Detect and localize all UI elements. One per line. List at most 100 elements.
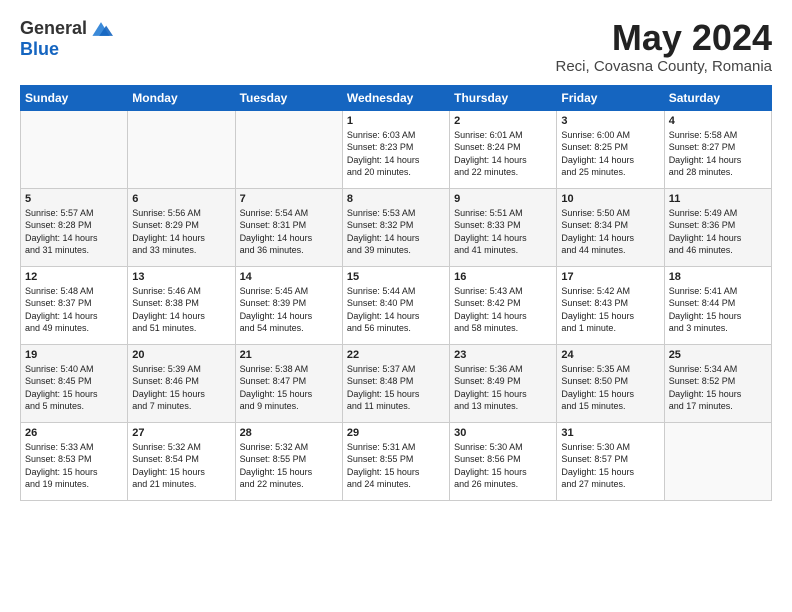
logo-general: General	[20, 18, 87, 39]
day-header-sunday: Sunday	[21, 85, 128, 110]
day-number: 30	[454, 427, 552, 439]
day-header-saturday: Saturday	[664, 85, 771, 110]
day-info: Sunrise: 5:39 AM Sunset: 8:46 PM Dayligh…	[132, 363, 230, 413]
day-cell: 20Sunrise: 5:39 AM Sunset: 8:46 PM Dayli…	[128, 344, 235, 422]
header-row: SundayMondayTuesdayWednesdayThursdayFrid…	[21, 85, 772, 110]
logo-blue: Blue	[20, 39, 59, 59]
week-row-5: 26 Sunrise: 5:33 AM Sunset: 8:53 PM Dayli…	[21, 422, 772, 500]
day-number: 14	[240, 271, 338, 283]
day-info: Sunrise: 5:46 AM Sunset: 8:38 PM Dayligh…	[132, 285, 230, 335]
day-number: 15	[347, 271, 445, 283]
day-cell	[128, 110, 235, 188]
day-number: 28	[240, 427, 338, 439]
day-number: 16	[454, 271, 552, 283]
day-cell: 9 Sunrise: 5:51 AM Sunset: 8:33 PM Daylig…	[450, 188, 557, 266]
day-number: 11	[669, 193, 767, 205]
day-number: 25	[669, 349, 767, 361]
day-cell: 1Sunrise: 6:03 AM Sunset: 8:23 PM Daylig…	[342, 110, 449, 188]
day-cell: 4 Sunrise: 5:58 AM Sunset: 8:27 PM Daylig…	[664, 110, 771, 188]
day-cell: 31Sunrise: 5:30 AM Sunset: 8:57 PM Dayli…	[557, 422, 664, 500]
day-header-thursday: Thursday	[450, 85, 557, 110]
day-info: Sunrise: 5:54 AM Sunset: 8:31 PM Dayligh…	[240, 207, 338, 257]
day-number: 2	[454, 115, 552, 127]
day-number: 6	[132, 193, 230, 205]
day-header-tuesday: Tuesday	[235, 85, 342, 110]
day-number: 9	[454, 193, 552, 205]
day-cell	[235, 110, 342, 188]
day-cell: 5 Sunrise: 5:57 AM Sunset: 8:28 PM Daylig…	[21, 188, 128, 266]
day-cell: 30Sunrise: 5:30 AM Sunset: 8:56 PM Dayli…	[450, 422, 557, 500]
day-number: 21	[240, 349, 338, 361]
title-block: May 2024 Reci, Covasna County, Romania	[556, 18, 773, 75]
week-row-2: 5 Sunrise: 5:57 AM Sunset: 8:28 PM Daylig…	[21, 188, 772, 266]
day-cell: 2Sunrise: 6:01 AM Sunset: 8:24 PM Daylig…	[450, 110, 557, 188]
day-number: 19	[25, 349, 123, 361]
day-number: 31	[561, 427, 659, 439]
day-info: Sunrise: 5:31 AM Sunset: 8:55 PM Dayligh…	[347, 441, 445, 491]
day-info: Sunrise: 5:44 AM Sunset: 8:40 PM Dayligh…	[347, 285, 445, 335]
day-number: 17	[561, 271, 659, 283]
day-info: Sunrise: 6:03 AM Sunset: 8:23 PM Dayligh…	[347, 129, 445, 179]
day-header-friday: Friday	[557, 85, 664, 110]
day-cell: 22Sunrise: 5:37 AM Sunset: 8:48 PM Dayli…	[342, 344, 449, 422]
day-info: Sunrise: 5:32 AM Sunset: 8:55 PM Dayligh…	[240, 441, 338, 491]
logo-text: General	[20, 18, 113, 39]
day-info: Sunrise: 5:50 AM Sunset: 8:34 PM Dayligh…	[561, 207, 659, 257]
day-cell: 14 Sunrise: 5:45 AM Sunset: 8:39 PM Dayli…	[235, 266, 342, 344]
day-info: Sunrise: 5:35 AM Sunset: 8:50 PM Dayligh…	[561, 363, 659, 413]
day-cell: 18Sunrise: 5:41 AM Sunset: 8:44 PM Dayli…	[664, 266, 771, 344]
day-number: 29	[347, 427, 445, 439]
day-cell: 7Sunrise: 5:54 AM Sunset: 8:31 PM Daylig…	[235, 188, 342, 266]
day-info: Sunrise: 5:34 AM Sunset: 8:52 PM Dayligh…	[669, 363, 767, 413]
day-number: 3	[561, 115, 659, 127]
logo-icon	[89, 20, 113, 38]
day-cell	[21, 110, 128, 188]
day-info: Sunrise: 5:42 AM Sunset: 8:43 PM Dayligh…	[561, 285, 659, 335]
day-number: 4	[669, 115, 767, 127]
day-cell: 23Sunrise: 5:36 AM Sunset: 8:49 PM Dayli…	[450, 344, 557, 422]
day-number: 12	[25, 271, 123, 283]
day-info: Sunrise: 5:40 AM Sunset: 8:45 PM Dayligh…	[25, 363, 123, 413]
day-number: 27	[132, 427, 230, 439]
day-info: Sunrise: 5:48 AM Sunset: 8:37 PM Dayligh…	[25, 285, 123, 335]
day-info: Sunrise: 5:33 AM Sunset: 8:53 PM Dayligh…	[25, 441, 123, 491]
month-title: May 2024	[556, 18, 773, 58]
day-cell: 12 Sunrise: 5:48 AM Sunset: 8:37 PM Dayli…	[21, 266, 128, 344]
day-info: Sunrise: 5:51 AM Sunset: 8:33 PM Dayligh…	[454, 207, 552, 257]
day-header-monday: Monday	[128, 85, 235, 110]
week-row-3: 12 Sunrise: 5:48 AM Sunset: 8:37 PM Dayli…	[21, 266, 772, 344]
day-cell: 3 Sunrise: 6:00 AM Sunset: 8:25 PM Daylig…	[557, 110, 664, 188]
day-cell: 19 Sunrise: 5:40 AM Sunset: 8:45 PM Dayli…	[21, 344, 128, 422]
day-cell: 8Sunrise: 5:53 AM Sunset: 8:32 PM Daylig…	[342, 188, 449, 266]
week-row-4: 19 Sunrise: 5:40 AM Sunset: 8:45 PM Dayli…	[21, 344, 772, 422]
day-cell: 13 Sunrise: 5:46 AM Sunset: 8:38 PM Dayli…	[128, 266, 235, 344]
day-info: Sunrise: 5:49 AM Sunset: 8:36 PM Dayligh…	[669, 207, 767, 257]
day-cell: 27Sunrise: 5:32 AM Sunset: 8:54 PM Dayli…	[128, 422, 235, 500]
day-number: 5	[25, 193, 123, 205]
day-cell: 26 Sunrise: 5:33 AM Sunset: 8:53 PM Dayli…	[21, 422, 128, 500]
day-number: 26	[25, 427, 123, 439]
day-info: Sunrise: 5:57 AM Sunset: 8:28 PM Dayligh…	[25, 207, 123, 257]
day-cell: 6 Sunrise: 5:56 AM Sunset: 8:29 PM Daylig…	[128, 188, 235, 266]
day-info: Sunrise: 5:38 AM Sunset: 8:47 PM Dayligh…	[240, 363, 338, 413]
day-cell: 28 Sunrise: 5:32 AM Sunset: 8:55 PM Dayli…	[235, 422, 342, 500]
day-number: 24	[561, 349, 659, 361]
day-info: Sunrise: 5:41 AM Sunset: 8:44 PM Dayligh…	[669, 285, 767, 335]
day-cell: 10Sunrise: 5:50 AM Sunset: 8:34 PM Dayli…	[557, 188, 664, 266]
day-info: Sunrise: 5:45 AM Sunset: 8:39 PM Dayligh…	[240, 285, 338, 335]
day-info: Sunrise: 5:58 AM Sunset: 8:27 PM Dayligh…	[669, 129, 767, 179]
day-info: Sunrise: 6:00 AM Sunset: 8:25 PM Dayligh…	[561, 129, 659, 179]
day-info: Sunrise: 5:56 AM Sunset: 8:29 PM Dayligh…	[132, 207, 230, 257]
day-info: Sunrise: 5:53 AM Sunset: 8:32 PM Dayligh…	[347, 207, 445, 257]
logo: General Blue	[20, 18, 113, 60]
day-number: 22	[347, 349, 445, 361]
header: General Blue May 2024 Reci, Covasna Coun…	[20, 18, 772, 75]
day-cell: 17 Sunrise: 5:42 AM Sunset: 8:43 PM Dayli…	[557, 266, 664, 344]
day-number: 13	[132, 271, 230, 283]
day-cell: 24 Sunrise: 5:35 AM Sunset: 8:50 PM Dayli…	[557, 344, 664, 422]
subtitle: Reci, Covasna County, Romania	[556, 58, 773, 75]
day-cell: 29 Sunrise: 5:31 AM Sunset: 8:55 PM Dayli…	[342, 422, 449, 500]
week-row-1: 1Sunrise: 6:03 AM Sunset: 8:23 PM Daylig…	[21, 110, 772, 188]
day-info: Sunrise: 5:36 AM Sunset: 8:49 PM Dayligh…	[454, 363, 552, 413]
day-cell: 21 Sunrise: 5:38 AM Sunset: 8:47 PM Dayli…	[235, 344, 342, 422]
